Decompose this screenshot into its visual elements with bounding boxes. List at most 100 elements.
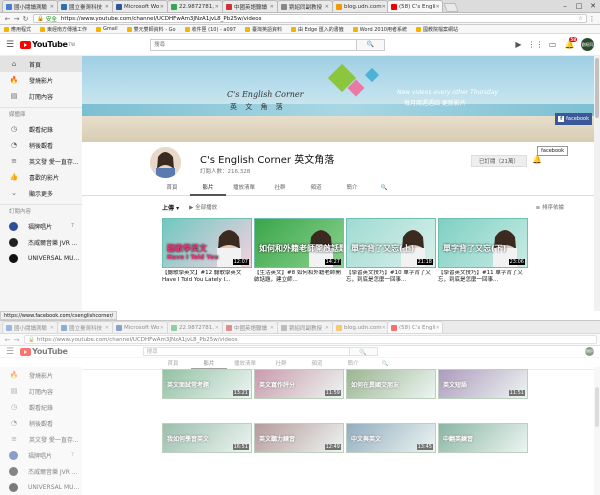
video-thumbnail[interactable]: 聽歌學英文 Have I Told You 12:07 [162, 218, 252, 268]
youtube-logo[interactable]: YouTube TW [20, 40, 75, 49]
sidebar-item[interactable]: ≡ 英文發 愛一直存... [0, 431, 82, 447]
tab-close-icon[interactable]: ✕ [105, 4, 109, 10]
sidebar-item[interactable]: 🔥 發燒影片 [0, 72, 82, 88]
tab-close-icon[interactable]: ✕ [160, 4, 164, 10]
browser-tab[interactable]: Microsoft Wo ✕ [112, 321, 168, 333]
sidebar-item[interactable]: ◔ 稍後觀看 [0, 415, 82, 431]
browser-tab[interactable]: 國小閱讀測驗 ✕ [2, 0, 58, 12]
channel-avatar[interactable] [150, 147, 181, 178]
search-input[interactable] [151, 39, 357, 50]
play-all-button[interactable]: ▶ 全部播放 [189, 203, 217, 211]
account-avatar-secondary[interactable]: 劉紹同 [585, 347, 594, 356]
tab-close-icon[interactable]: ✕ [325, 4, 329, 10]
forward-icon[interactable]: → [12, 336, 21, 344]
page-scrollbar[interactable] [594, 56, 600, 311]
tab-close-icon[interactable]: ✕ [382, 325, 386, 331]
notifications-bell-icon[interactable]: 🔔 58 [561, 37, 578, 49]
browser-tab[interactable]: 22.9872781, ✕ [167, 0, 223, 12]
browser-tab[interactable]: (58) C's Engli ✕ [387, 0, 443, 12]
sidebar-item[interactable]: ◔ 稍後觀看 [0, 137, 82, 153]
bookmark-item[interactable]: 國教院檔案網站 [415, 26, 458, 33]
bookmark-star-icon[interactable]: ☆ [578, 16, 583, 22]
tab-close-icon[interactable]: ✕ [50, 325, 54, 331]
video-thumbnail-secondary[interactable]: 英文聽力練習 12:49 [254, 423, 344, 453]
facebook-link-button[interactable]: f facebook [555, 113, 592, 125]
tab-close-icon[interactable]: ✕ [215, 325, 219, 331]
video-title[interactable]: 【學習英文技巧】#10 單字背了又忘，到底是怎麼一回事... [346, 270, 436, 284]
video-card[interactable]: 聽歌學英文 Have I Told You 12:07 【聽歌學英文】#12 聽歌學英… [162, 218, 252, 284]
tab-close-icon[interactable]: ✕ [325, 325, 329, 331]
tab-close-icon[interactable]: ✕ [160, 325, 164, 331]
bookmark-item[interactable]: 東經南方傳播工作 [40, 26, 87, 33]
back-icon[interactable]: ← [3, 336, 12, 344]
subscription-item[interactable]: 杰威爾音樂 JVR ... [0, 234, 82, 250]
sidebar-item[interactable]: ◷ 觀看紀錄 [0, 121, 82, 137]
channel-bell-icon[interactable]: 🔔 [532, 155, 542, 164]
sidebar-item[interactable]: ⌂ 首頁 [0, 56, 82, 72]
browser-tab[interactable]: 22.9872781, ✕ [167, 321, 223, 333]
sort-button[interactable]: ≡ 排序依據 [536, 203, 564, 211]
browser-menu-icon[interactable]: ⋮ [587, 15, 597, 23]
back-icon[interactable]: ← [3, 15, 12, 23]
guide-menu-icon[interactable]: ☰ [6, 347, 14, 357]
messages-icon[interactable]: ▭ [544, 40, 561, 49]
account-avatar[interactable]: 劉紹同 [581, 38, 594, 51]
bookmark-item[interactable]: Word 2010用者系統 [352, 26, 407, 33]
video-thumbnail[interactable]: 單字背了又忘(上) 21:18 [346, 218, 436, 268]
channel-tab[interactable]: 簡介 [334, 180, 370, 196]
channel-tab[interactable]: 頻道 [298, 180, 334, 196]
page-scrollbar-secondary[interactable] [594, 367, 600, 495]
minimize-icon[interactable]: – [558, 0, 572, 13]
sidebar-item[interactable]: ⌄ 顯示更多 [0, 185, 82, 201]
bookmark-item[interactable]: 應用程式 [4, 26, 31, 33]
tab-close-icon[interactable]: ✕ [436, 325, 440, 331]
subscription-item[interactable]: 杰威爾音樂 JVR ... [0, 463, 82, 479]
tab-close-icon[interactable]: ✕ [382, 4, 386, 10]
browser-tab[interactable]: 國立臺灣科技 ✕ [57, 0, 113, 12]
sidebar-item[interactable]: ≡ 英文發 愛一直存... [0, 153, 82, 169]
channel-tab[interactable]: 播放清單 [226, 180, 262, 196]
subscription-item[interactable]: 福牌唱片 7 [0, 447, 82, 463]
browser-tab[interactable]: 國小閱讀測驗 ✕ [2, 321, 58, 333]
close-icon[interactable]: ✕ [586, 0, 600, 13]
tab-close-icon[interactable]: ✕ [270, 4, 274, 10]
tab-close-icon[interactable]: ✕ [270, 325, 274, 331]
browser-tab[interactable]: 國立臺灣科技 ✕ [57, 321, 113, 333]
video-thumbnail-secondary[interactable]: 英文寫作評分 11:59 [254, 369, 344, 399]
search-icon[interactable]: 🔍 [356, 39, 385, 50]
bookmark-item[interactable]: Gmail [96, 26, 118, 32]
browser-tab[interactable]: (58) C's Engli ✕ [387, 321, 443, 333]
sidebar-item[interactable]: 🔥 發燒影片 [0, 367, 82, 383]
sidebar-item[interactable]: 👍 喜歡的影片 [0, 169, 82, 185]
guide-menu-icon[interactable]: ☰ [6, 40, 14, 50]
tab-close-icon[interactable]: ✕ [105, 325, 109, 331]
bookmark-item[interactable]: 收件匣 (10) - a097 [184, 26, 236, 33]
video-title[interactable]: 【聽歌學英文】#12 聽歌學英文Have I Told You Lately I… [162, 270, 252, 284]
channel-tab[interactable]: 社群 [262, 180, 298, 196]
browser-tab[interactable]: blog.udn.com ✕ [332, 321, 388, 333]
sidebar-item[interactable]: ▤ 訂閱內容 [0, 88, 82, 104]
bookmark-item[interactable]: 雙元雙師資料 - Go [126, 26, 176, 33]
channel-tab[interactable]: 首頁 [154, 180, 190, 196]
bookmark-item[interactable]: 由 Edge 匯入的書籤 [291, 26, 344, 33]
browser-tab[interactable]: 中國英語聽讀 ✕ [222, 0, 278, 12]
video-thumbnail-secondary[interactable]: 中文與英文 13:45 [346, 423, 436, 453]
channel-search-icon[interactable]: 🔍 [370, 180, 398, 196]
subscription-item[interactable]: UNIVERSAL MU... [0, 479, 82, 495]
bookmark-item[interactable]: 臺灣英語資料 [245, 26, 282, 33]
browser-tab[interactable]: blog.udn.com ✕ [332, 0, 388, 12]
uploads-dropdown[interactable]: 上傳 [162, 203, 179, 212]
reload-icon[interactable]: ↻ [21, 15, 30, 23]
video-title[interactable]: 【生活英文】#8 如何和外籍老師開啟話題，建立師... [254, 270, 344, 284]
browser-tab[interactable]: 中國英語聽讀 ✕ [222, 321, 278, 333]
video-thumbnail-secondary[interactable]: 中翻英練習 [438, 423, 528, 453]
search-input-secondary[interactable] [143, 348, 349, 355]
new-tab-button[interactable] [443, 3, 459, 12]
apps-grid-icon[interactable]: ⋮⋮ [527, 40, 544, 49]
subscribed-button[interactable]: 已訂閱（21萬） [471, 155, 527, 167]
subscription-item[interactable]: UNIVERSAL MU... [0, 250, 82, 266]
video-thumbnail-secondary[interactable]: 英文短語 11:51 [438, 369, 528, 399]
browser-tab[interactable]: 劉紹同副教授 ✕ [277, 0, 333, 12]
video-thumbnail-secondary[interactable]: 如何在異國交朋友 [346, 369, 436, 399]
tab-close-icon[interactable]: ✕ [50, 4, 54, 10]
